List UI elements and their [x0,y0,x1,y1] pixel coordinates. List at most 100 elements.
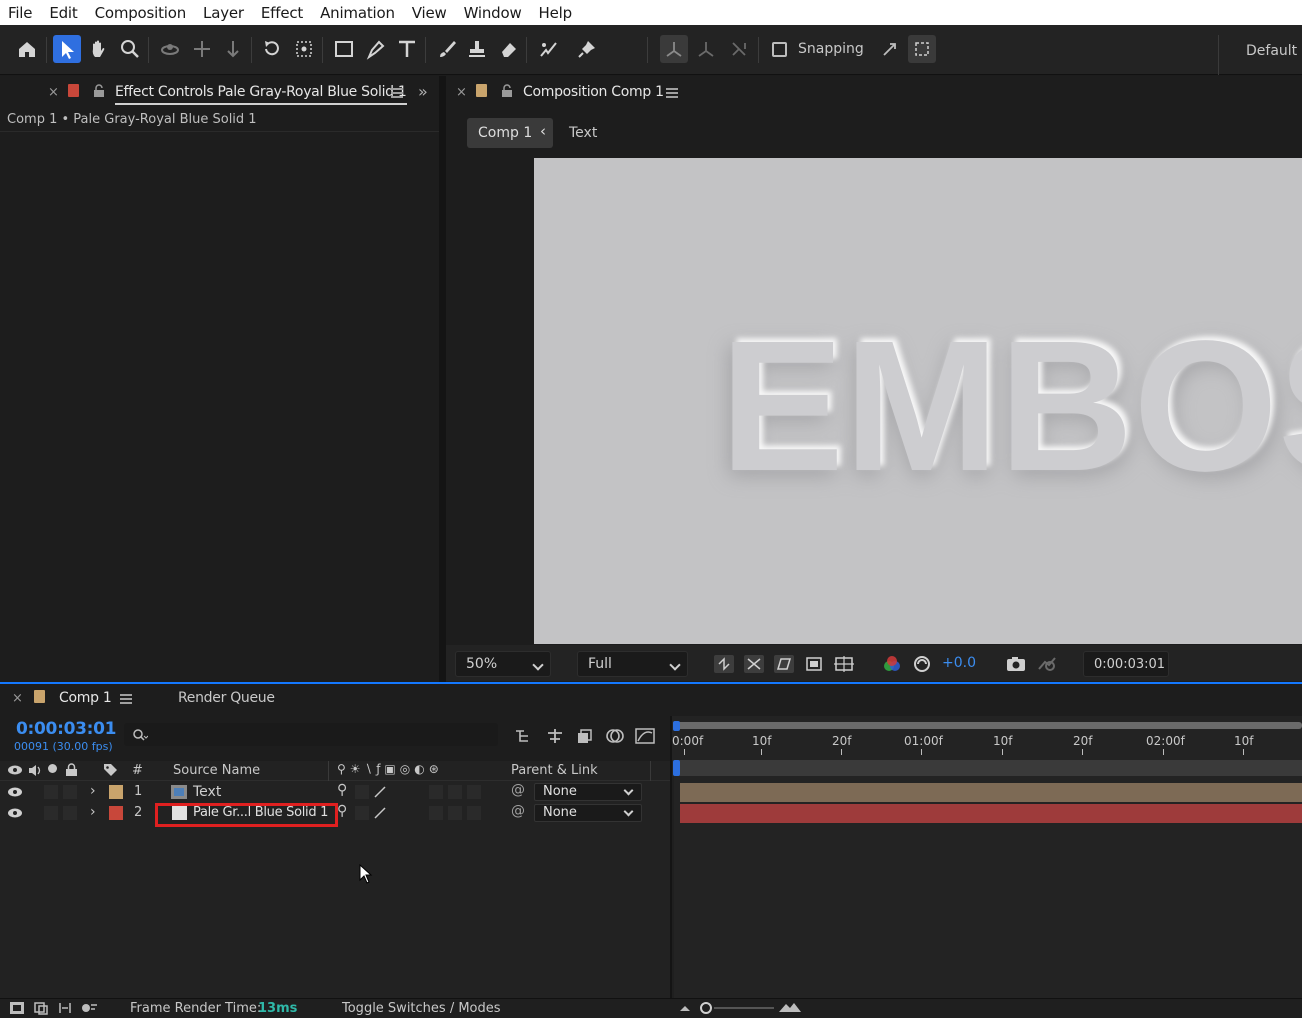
render-queue-tab[interactable]: Render Queue [178,690,275,706]
panel-menu-icon[interactable] [120,694,132,704]
pan-camera-icon[interactable] [188,35,216,63]
panel-menu-icon[interactable] [666,88,678,98]
composition-canvas[interactable]: EMBOSS EMBOSS EMBOSS [534,158,1302,644]
close-tab-icon[interactable]: × [48,85,59,100]
zoom-slider-handle[interactable] [700,1002,712,1014]
pen-tool-icon[interactable] [362,35,390,63]
pick-whip-icon[interactable]: @ [511,782,525,798]
rotation-tool-icon[interactable] [258,35,286,63]
anchor-point-tool-icon[interactable] [290,35,318,63]
menu-window[interactable]: Window [464,4,522,22]
shy-layers-icon[interactable] [544,727,566,745]
menu-help[interactable]: Help [539,4,573,22]
panel-splitter[interactable] [439,76,446,682]
view-axis-mode-icon[interactable] [725,35,753,63]
parent-dropdown[interactable]: None [534,804,642,822]
panel-overflow-icon[interactable]: » [418,82,428,101]
motion-blur-icon[interactable] [604,727,626,745]
layer-label-swatch[interactable] [109,785,123,799]
close-tab-icon[interactable]: × [12,691,23,706]
grid-guides-icon[interactable] [833,654,855,674]
current-time-display[interactable]: 0:00:03:01 [16,719,117,739]
current-time-indicator[interactable] [673,721,680,731]
switch-cell[interactable] [355,806,369,820]
fast-previews-icon[interactable] [713,654,735,674]
resolution-dropdown[interactable]: Full [577,651,688,677]
menu-layer[interactable]: Layer [203,4,244,22]
lock-switch[interactable] [63,785,77,799]
parent-dropdown[interactable]: None [534,783,642,801]
viewer-timecode[interactable]: 0:00:03:01 [1083,651,1169,677]
zoom-tool-icon[interactable] [116,35,144,63]
orbit-camera-icon[interactable] [156,35,184,63]
flowchart-comp-1-button[interactable]: Comp 1 ‹ [467,118,553,148]
layer-switches-toggle-icon[interactable] [9,1001,25,1015]
solo-switch[interactable] [44,806,58,820]
world-axis-mode-icon[interactable] [692,35,720,63]
zoom-out-icon[interactable] [678,1003,692,1013]
reset-exposure-icon[interactable] [911,654,933,674]
layer-row[interactable]: › 1 Text ⚲ @ None [0,782,670,803]
timeline-graph-area[interactable] [672,716,1302,998]
snap-grid-icon[interactable] [908,35,936,63]
shy-switch-icon[interactable]: ⚲ [337,782,347,798]
effect-controls-tab-title[interactable]: Effect Controls Pale Gray-Royal Blue Sol… [115,84,407,105]
menu-edit[interactable]: Edit [49,4,77,22]
lock-column-icon[interactable] [65,763,78,776]
video-visibility-icon[interactable] [7,764,23,776]
graph-editor-icon[interactable] [634,727,656,745]
switch-cell[interactable] [467,806,481,820]
show-snapshot-icon[interactable] [1036,654,1058,674]
layer-search-input[interactable] [124,723,498,746]
eraser-tool-icon[interactable] [495,35,523,63]
time-navigator-start[interactable] [673,760,680,776]
timeline-tab-title[interactable]: Comp 1 [59,690,112,706]
label-tag-icon[interactable] [103,763,118,777]
in-out-toggle-icon[interactable] [57,1001,73,1015]
eye-icon[interactable] [7,786,23,798]
work-area-bar[interactable] [675,722,1302,729]
rectangle-tool-icon[interactable] [330,35,358,63]
region-of-interest-icon[interactable] [803,654,825,674]
source-name-header[interactable]: Source Name [173,763,260,778]
toggle-switches-modes-button[interactable]: Toggle Switches / Modes [342,1001,501,1016]
magnification-dropdown[interactable]: 50% [455,651,551,677]
switch-cell[interactable] [429,785,443,799]
time-navigator[interactable] [675,760,1302,776]
panel-menu-icon[interactable] [391,88,403,98]
workspace-label[interactable]: Default [1246,43,1297,59]
switch-cell[interactable] [429,806,443,820]
switch-cell[interactable] [448,785,462,799]
switch-cell[interactable] [448,806,462,820]
channel-rgb-icon[interactable] [881,654,903,674]
zoom-in-icon[interactable] [778,1001,802,1013]
menu-composition[interactable]: Composition [95,4,187,22]
menu-file[interactable]: File [8,4,33,22]
shy-switch-icon[interactable]: ⚲ [337,803,347,819]
hand-tool-icon[interactable] [84,35,112,63]
transparency-grid-icon[interactable] [743,654,765,674]
snapping-options-icon[interactable] [876,35,904,63]
home-icon[interactable] [13,35,41,63]
frame-blending-icon[interactable] [574,727,596,745]
mask-visibility-icon[interactable] [773,654,795,674]
type-tool-icon[interactable] [393,35,421,63]
menu-effect[interactable]: Effect [261,4,303,22]
snapping-checkbox[interactable] [772,42,787,57]
solo-switch[interactable] [44,785,58,799]
composition-tab-title[interactable]: Composition Comp 1 [523,84,664,100]
render-time-toggle-icon[interactable] [80,1001,98,1015]
exposure-value[interactable]: +0.0 [942,655,976,671]
roto-brush-tool-icon[interactable] [535,35,563,63]
audio-icon[interactable] [27,764,43,777]
modes-toggle-icon[interactable] [33,1001,49,1015]
eye-icon[interactable] [7,807,23,819]
composition-mini-flowchart-icon[interactable] [514,727,536,745]
menu-view[interactable]: View [412,4,447,22]
layer-bar-solid[interactable] [680,804,1302,823]
selection-tool-icon[interactable] [53,35,81,63]
lock-icon[interactable] [501,84,513,97]
chevron-right-icon[interactable]: › [90,804,96,820]
solo-icon[interactable] [48,764,57,773]
local-axis-mode-icon[interactable] [660,35,688,63]
